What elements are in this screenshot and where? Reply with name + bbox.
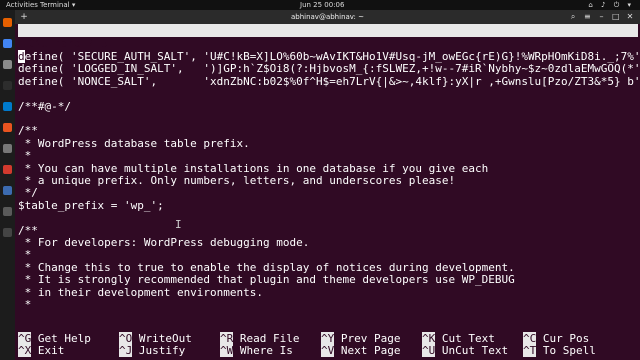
maximize-icon[interactable]: □ xyxy=(610,10,622,24)
code-line: */ xyxy=(18,186,38,199)
code-line: /**#@-*/ xyxy=(18,100,71,113)
nano-title-bar: GNU nano 2.3.1 File: wp-config.php xyxy=(18,24,638,63)
clock[interactable]: Jun 25 00:06 xyxy=(300,0,344,10)
code-line-text: /** xyxy=(18,124,38,138)
vscode-icon[interactable] xyxy=(3,102,12,111)
system-tray[interactable]: ⌂ ♪ ⏻ ▾ xyxy=(588,0,634,10)
activities-button[interactable]: Activities xyxy=(6,0,38,10)
code-line-text: * For developers: WordPress debugging mo… xyxy=(18,236,310,249)
code-line-text: /** xyxy=(18,223,38,237)
code-line-text: * xyxy=(18,149,32,163)
code-line: * a unique prefix. Only numbers, letters… xyxy=(18,174,455,187)
close-icon[interactable]: ✕ xyxy=(624,10,636,24)
search-icon[interactable]: ⌕ xyxy=(567,10,579,24)
code-line: /** xyxy=(18,224,38,237)
code-line-text: */ xyxy=(18,186,38,200)
dock xyxy=(0,10,15,360)
shortcut-label: Where Is xyxy=(239,344,293,357)
code-line: * in their development environments. xyxy=(18,286,263,299)
shortcut-key: ^W xyxy=(220,344,234,357)
shortcut-item: ^W Where Is xyxy=(220,344,293,357)
code-line-text: * in their development environments. xyxy=(18,285,264,299)
firefox-icon[interactable] xyxy=(3,18,12,27)
code-line-text: $table_prefix = 'wp_'; xyxy=(18,198,164,212)
terminal-icon[interactable] xyxy=(3,81,12,90)
code-line: * xyxy=(18,298,32,311)
apps-grid-icon[interactable] xyxy=(3,228,12,237)
chrome-icon[interactable] xyxy=(3,39,12,48)
shortcut-key: ^T xyxy=(523,344,537,357)
software-icon[interactable] xyxy=(3,123,12,132)
code-line: define( 'LOGGED_IN_SALT', ')]GP:h`Z$Oi8(… xyxy=(18,62,640,75)
code-line-text: /**#@-*/ xyxy=(18,99,71,113)
window-title: abhinav@abhinav: ~ xyxy=(290,13,365,21)
shortcut-label: To Spell xyxy=(542,344,596,357)
code-line-text: * You can have multiple installations in… xyxy=(18,161,489,175)
shortcut-key: ^V xyxy=(321,344,335,357)
app-icon[interactable] xyxy=(3,165,12,174)
shortcut-item: ^V Next Page xyxy=(321,344,400,357)
hamburger-menu-icon[interactable]: ≡ xyxy=(581,10,593,24)
terminal-app-label: Terminal xyxy=(40,1,70,9)
minimize-icon[interactable]: – xyxy=(596,10,608,24)
code-line: define( 'SECURE_AUTH_SALT', 'U#C!kB=X]LO… xyxy=(18,50,640,63)
code-line: $table_prefix = 'wp_'; xyxy=(18,199,164,212)
code-line-text: * xyxy=(18,248,32,262)
shortcut-label: Justify xyxy=(138,344,186,357)
editor-cursor: d xyxy=(18,50,25,63)
code-line: * WordPress database table prefix. xyxy=(18,137,250,150)
code-line: * It is strongly recommended that plugin… xyxy=(18,273,515,286)
code-line-text: * xyxy=(18,298,32,311)
code-line-text: define( 'LOGGED_IN_SALT', ')]GP:h`Z$Oi8(… xyxy=(18,62,640,76)
files-icon[interactable] xyxy=(3,60,12,69)
terminal-window: + abhinav@abhinav: ~ ⌕ ≡ – □ ✕ GNU nano … xyxy=(15,10,640,360)
shortcut-key: ^U xyxy=(422,344,436,357)
code-line-text: efine( 'SECURE_AUTH_SALT', 'U#C!kB=X]LO%… xyxy=(24,50,640,63)
text-cursor-icon: I xyxy=(175,218,182,231)
code-line: * xyxy=(18,248,32,262)
code-line-text: * Change this to true to enable the disp… xyxy=(18,260,515,274)
code-line-text: * WordPress database table prefix. xyxy=(18,136,250,150)
window-titlebar[interactable]: + abhinav@abhinav: ~ ⌕ ≡ – □ ✕ xyxy=(15,10,640,24)
top-bar: Activities Terminal ▾ Jun 25 00:06 ⌂ ♪ ⏻… xyxy=(0,0,640,10)
settings-icon[interactable] xyxy=(3,144,12,153)
shortcut-key: ^J xyxy=(119,344,133,357)
code-line: /** xyxy=(18,124,38,137)
code-line-text: define( 'NONCE_SALT', 'xdnZbNC:b02$%0f^H… xyxy=(18,74,640,88)
terminal-content[interactable]: GNU nano 2.3.1 File: wp-config.php defin… xyxy=(15,24,640,360)
code-line: * For developers: WordPress debugging mo… xyxy=(18,236,310,249)
shortcut-label: Next Page xyxy=(340,344,401,357)
nano-version: GNU nano 2.3.1 xyxy=(28,37,121,50)
code-line: * Change this to true to enable the disp… xyxy=(18,261,515,274)
shortcut-item: ^U UnCut Text xyxy=(422,344,508,357)
code-line-text: * It is strongly recommended that plugin… xyxy=(18,273,515,287)
shortcut-key: ^X xyxy=(18,344,32,357)
shortcut-label: Exit xyxy=(37,344,65,357)
app-menu-arrow-icon: ▾ xyxy=(71,1,76,9)
shortcut-item: ^T To Spell xyxy=(523,344,596,357)
shortcut-item: ^X Exit xyxy=(18,344,64,357)
code-line: * xyxy=(18,149,32,163)
shortcut-item: ^J Justify xyxy=(119,344,185,357)
code-line: * You can have multiple installations in… xyxy=(18,161,489,175)
code-line: define( 'NONCE_SALT', 'xdnZbNC:b02$%0f^H… xyxy=(18,75,640,88)
shortcut-label: UnCut Text xyxy=(441,344,509,357)
terminal-app-menu[interactable]: Terminal ▾ xyxy=(40,0,75,10)
trash-icon[interactable] xyxy=(3,207,12,216)
code-line-text: * a unique prefix. Only numbers, letters… xyxy=(18,174,456,187)
help-icon[interactable] xyxy=(3,186,12,195)
